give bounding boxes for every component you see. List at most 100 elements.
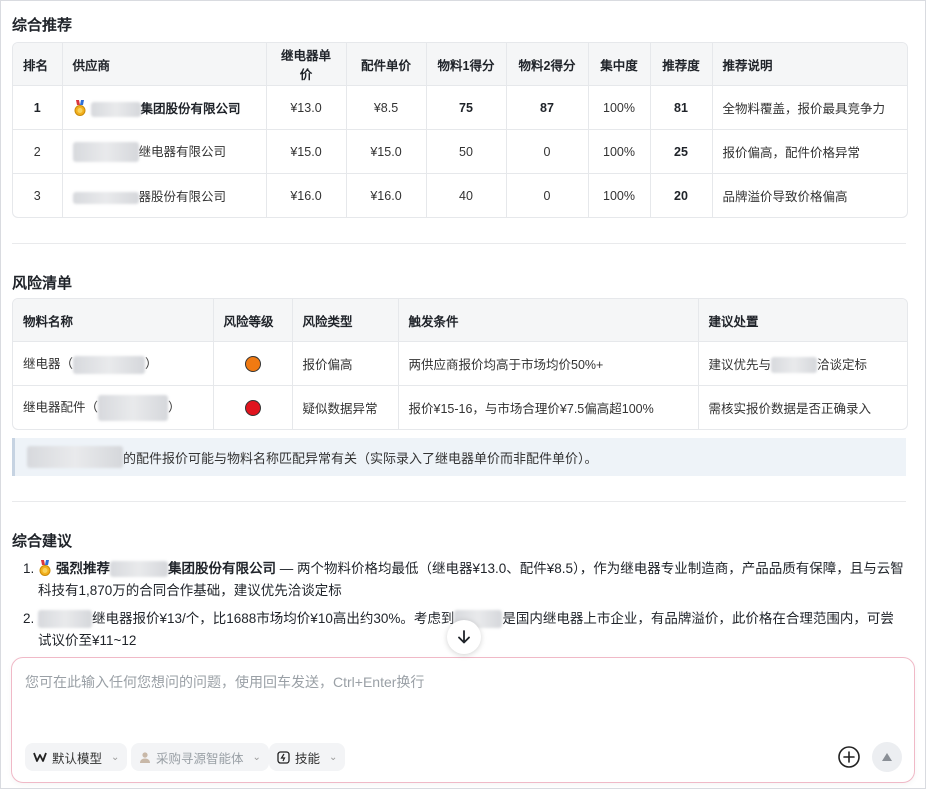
- redacted-name: [110, 561, 168, 578]
- rank-cell: 2: [13, 129, 63, 174]
- redacted-name: [38, 610, 92, 629]
- level-cell: [213, 385, 293, 429]
- send-button[interactable]: [872, 742, 902, 772]
- col-part-price: 配件单价: [346, 43, 427, 86]
- risk-level-dot-icon: [244, 399, 261, 416]
- send-arrow-icon: [882, 753, 892, 761]
- medal-icon: [39, 560, 51, 576]
- table-row: 继电器配件（ ） 疑似数据异常 报价¥15-16，与市场合理价¥7.5偏高超100…: [13, 385, 907, 429]
- recommend-cell: 20: [650, 173, 713, 217]
- relay-price-cell: ¥13.0: [266, 85, 347, 130]
- redacted-name: [72, 142, 139, 163]
- score2-cell: 0: [506, 173, 589, 217]
- action-cell: 需核实报价数据是否正确录入: [708, 402, 872, 416]
- note-text: 的配件报价可能与物料名称匹配异常有关（实际录入了继电器单价而非配件单价）。: [123, 450, 598, 466]
- col-level: 风险等级: [213, 299, 293, 342]
- agent-select[interactable]: 采购寻源智能体 ⌄: [131, 743, 269, 771]
- table-header-row: 排名 供应商 继电器单价 配件单价 物料1得分 物料2得分 集中度 推荐度 推荐…: [13, 43, 907, 86]
- table-header-row: 物料名称 风险等级 风险类型 触发条件 建议处置: [13, 299, 907, 342]
- skill-icon: [277, 750, 290, 764]
- chat-composer[interactable]: 您可在此输入任何您想问的问题，使用回车发送，Ctrl+Enter换行 默认模型 …: [11, 657, 915, 783]
- col-action: 建议处置: [698, 299, 907, 342]
- redacted-name: [771, 357, 818, 374]
- col-rank: 排名: [13, 43, 63, 86]
- advice-text: 继电器报价¥13/个，比1688市场均价¥10高出约30%。考虑到: [92, 611, 455, 626]
- material-name-end: ）: [145, 357, 158, 372]
- table-row: 2 继电器有限公司 ¥15.0 ¥15.0 50 0 100% 25 报价偏高，…: [13, 129, 907, 174]
- col-material: 物料名称: [13, 299, 214, 342]
- col-type: 风险类型: [292, 299, 399, 342]
- material-name: 继电器（: [23, 357, 74, 372]
- concentration-cell: 100%: [588, 85, 651, 130]
- risk-table: 物料名称 风险等级 风险类型 触发条件 建议处置 继电器（ ） 报价偏高 两供应商…: [12, 298, 908, 430]
- level-cell: [213, 341, 293, 386]
- model-icon: [33, 752, 47, 762]
- chat-input[interactable]: 您可在此输入任何您想问的问题，使用回车发送，Ctrl+Enter换行: [25, 672, 424, 692]
- risk-title: 风险清单: [12, 275, 73, 292]
- note-cell: 全物料覆盖，报价最具竞争力: [712, 85, 907, 130]
- type-cell: 疑似数据异常: [292, 385, 399, 429]
- concentration-cell: 100%: [588, 173, 651, 217]
- action-cell: 建议优先与 洽谈定标: [698, 341, 907, 386]
- part-price-cell: ¥15.0: [346, 129, 427, 174]
- redacted-name: [27, 446, 123, 468]
- concentration-cell: 100%: [588, 129, 651, 174]
- list-item: 强烈推荐集团股份有限公司 — 两个物料价格均最低（继电器¥13.0、配件¥8.5…: [38, 558, 906, 602]
- rank-cell: 1: [13, 85, 63, 130]
- col-score2: 物料2得分: [506, 43, 589, 86]
- score1-cell: 40: [426, 173, 507, 217]
- skill-label: 技能: [295, 751, 321, 766]
- advice-lead: 强烈推荐: [56, 561, 110, 576]
- rank-cell: 3: [13, 173, 63, 217]
- col-score1: 物料1得分: [426, 43, 507, 86]
- medal-icon: [74, 99, 85, 116]
- model-select[interactable]: 默认模型 ⌄: [25, 743, 128, 771]
- agent-icon: [140, 751, 150, 763]
- divider: [12, 501, 906, 502]
- col-trigger: 触发条件: [398, 299, 699, 342]
- recommend-cell: 25: [650, 129, 713, 174]
- model-label: 默认模型: [52, 751, 103, 766]
- col-supplier: 供应商: [62, 43, 267, 86]
- scroll-to-bottom-button[interactable]: [447, 620, 481, 654]
- material-name: 继电器配件（: [23, 399, 99, 414]
- supplier-name: 器股份有限公司: [138, 190, 227, 204]
- risk-note: 的配件报价可能与物料名称匹配异常有关（实际录入了继电器单价而非配件单价）。: [12, 438, 906, 476]
- chevron-down-icon: ⌄: [111, 751, 120, 763]
- plus-circle-icon: [838, 746, 860, 768]
- recommend-table: 排名 供应商 继电器单价 配件单价 物料1得分 物料2得分 集中度 推荐度 推荐…: [12, 42, 908, 218]
- col-note: 推荐说明: [712, 43, 907, 86]
- add-button[interactable]: [835, 743, 863, 771]
- action-text: 建议优先与: [708, 357, 772, 372]
- redacted-code: [73, 355, 146, 374]
- score1-cell: 50: [426, 129, 507, 174]
- skill-select[interactable]: 技能 ⌄: [269, 743, 346, 771]
- supplier-cell: 继电器有限公司: [62, 129, 267, 174]
- agent-label: 采购寻源智能体: [156, 751, 244, 766]
- redacted-code: [98, 394, 169, 421]
- material-cell: 继电器（ ）: [13, 341, 214, 386]
- type-cell: 报价偏高: [292, 341, 399, 386]
- chevron-down-icon: ⌄: [329, 751, 338, 763]
- relay-price-cell: ¥15.0: [266, 129, 347, 174]
- redacted-name: [72, 191, 139, 204]
- redacted-name: [90, 102, 141, 118]
- trigger-cell: 两供应商报价均高于市场均价50%+: [398, 341, 699, 386]
- supplier-cell: 集团股份有限公司: [62, 85, 267, 130]
- note-cell: 报价偏高，配件价格异常: [712, 129, 907, 174]
- chevron-down-icon: ⌄: [252, 751, 261, 763]
- table-row: 继电器（ ） 报价偏高 两供应商报价均高于市场均价50%+ 建议优先与 洽谈定标: [13, 341, 907, 386]
- part-price-cell: ¥16.0: [346, 173, 427, 217]
- trigger-cell: 报价¥15-16，与市场合理价¥7.5偏高超100%: [398, 385, 699, 429]
- table-row: 1 集团股份有限公司 ¥13.0 ¥8.5 75 87 100% 81 全物料覆…: [13, 85, 907, 130]
- divider: [12, 243, 906, 244]
- advice-company: 集团股份有限公司: [168, 561, 276, 576]
- col-concentration: 集中度: [588, 43, 651, 86]
- recommend-cell: 81: [650, 85, 713, 130]
- supplier-cell: 器股份有限公司: [62, 173, 267, 217]
- material-cell: 继电器配件（ ）: [13, 385, 214, 429]
- table-row: 3 器股份有限公司 ¥16.0 ¥16.0 40 0 100% 20 品牌溢价导…: [13, 173, 907, 217]
- score1-cell: 75: [426, 85, 507, 130]
- material-name-end: ）: [168, 399, 181, 414]
- advice-title: 综合建议: [12, 533, 73, 550]
